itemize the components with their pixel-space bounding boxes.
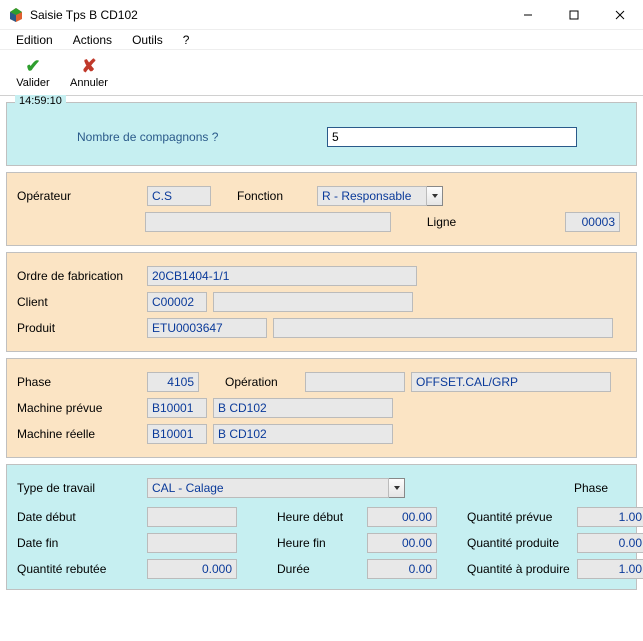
app-icon: [8, 7, 24, 23]
chevron-down-icon: [427, 186, 443, 206]
validate-button[interactable]: ✔ Valider: [6, 52, 60, 94]
qte-a-produire-value: 1.00: [577, 559, 643, 579]
heure-debut-label: Heure début: [277, 510, 367, 524]
machine-reelle-label: Machine réelle: [17, 427, 147, 441]
chevron-down-icon: [389, 478, 405, 498]
machine-prevue-code: B10001: [147, 398, 207, 418]
heure-fin-value[interactable]: 00.00: [367, 533, 437, 553]
titlebar: Saisie Tps B CD102: [0, 0, 643, 30]
of-label: Ordre de fabrication: [17, 269, 147, 283]
operator-desc: [145, 212, 391, 232]
operation-value: [305, 372, 405, 392]
fonction-label: Fonction: [237, 189, 317, 203]
fonction-value: R - Responsable: [317, 186, 427, 206]
produit-value: ETU0003647: [147, 318, 267, 338]
cancel-label: Annuler: [70, 77, 108, 89]
window-title: Saisie Tps B CD102: [30, 8, 505, 22]
operator-panel: Opérateur C.S Fonction R - Responsable L…: [6, 172, 637, 246]
operator-code: C.S: [147, 186, 211, 206]
work-panel: Type de travail CAL - Calage Phase Date …: [6, 464, 637, 590]
fonction-dropdown[interactable]: R - Responsable: [317, 186, 443, 206]
line-label: Ligne: [427, 215, 506, 229]
validate-label: Valider: [16, 77, 49, 89]
date-fin-value[interactable]: [147, 533, 237, 553]
heure-debut-value[interactable]: 00.00: [367, 507, 437, 527]
operation-desc: OFFSET.CAL/GRP: [411, 372, 611, 392]
check-icon: ✔: [25, 57, 40, 77]
client-label: Client: [17, 295, 147, 309]
cancel-button[interactable]: ✘ Annuler: [62, 52, 116, 94]
duree-label: Durée: [277, 562, 367, 576]
menu-outils[interactable]: Outils: [122, 31, 173, 49]
date-fin-label: Date fin: [17, 536, 147, 550]
maximize-button[interactable]: [551, 0, 597, 30]
of-value: 20CB1404-1/1: [147, 266, 417, 286]
companions-input[interactable]: [327, 127, 577, 147]
qte-produite-label: Quantité produite: [467, 536, 577, 550]
menu-actions[interactable]: Actions: [63, 31, 122, 49]
phase-value: 4105: [147, 372, 199, 392]
qte-rebutee-label: Quantité rebutée: [17, 562, 147, 576]
type-travail-value: CAL - Calage: [147, 478, 389, 498]
type-travail-label: Type de travail: [17, 481, 147, 495]
date-debut-label: Date début: [17, 510, 147, 524]
qte-rebutee-value[interactable]: 0.000: [147, 559, 237, 579]
qte-prevue-value: 1.00: [577, 507, 643, 527]
phase-label: Phase: [17, 375, 147, 389]
menu-edition[interactable]: Edition: [6, 31, 63, 49]
duree-value: 0.00: [367, 559, 437, 579]
order-panel: Ordre de fabrication 20CB1404-1/1 Client…: [6, 252, 637, 352]
machine-reelle-code: B10001: [147, 424, 207, 444]
client-desc: [213, 292, 413, 312]
qte-produite-value: 0.00: [577, 533, 643, 553]
machine-prevue-name: B CD102: [213, 398, 393, 418]
toolbar: ✔ Valider ✘ Annuler: [0, 50, 643, 96]
date-debut-value[interactable]: [147, 507, 237, 527]
produit-label: Produit: [17, 321, 147, 335]
line-value: 00003: [565, 212, 620, 232]
heure-fin-label: Heure fin: [277, 536, 367, 550]
machine-prevue-label: Machine prévue: [17, 401, 147, 415]
cross-icon: ✘: [81, 57, 96, 77]
close-button[interactable]: [597, 0, 643, 30]
operation-label: Opération: [225, 375, 305, 389]
qte-a-produire-label: Quantité à produire: [467, 562, 577, 576]
menubar: Edition Actions Outils ?: [0, 30, 643, 50]
produit-desc: [273, 318, 613, 338]
window-controls: [505, 0, 643, 30]
minimize-button[interactable]: [505, 0, 551, 30]
menu-help[interactable]: ?: [173, 31, 200, 49]
machine-reelle-name: B CD102: [213, 424, 393, 444]
prompt-time: 14:59:10: [15, 95, 66, 107]
prompt-label: Nombre de compagnons ?: [77, 130, 327, 144]
operator-label: Opérateur: [17, 189, 147, 203]
qte-prevue-label: Quantité prévue: [467, 510, 577, 524]
client-value: C00002: [147, 292, 207, 312]
type-travail-dropdown[interactable]: CAL - Calage: [147, 478, 405, 498]
prompt-panel: 14:59:10 Nombre de compagnons ?: [6, 102, 637, 166]
phase-panel: Phase 4105 Opération OFFSET.CAL/GRP Mach…: [6, 358, 637, 458]
phase-header: Phase: [556, 481, 626, 495]
